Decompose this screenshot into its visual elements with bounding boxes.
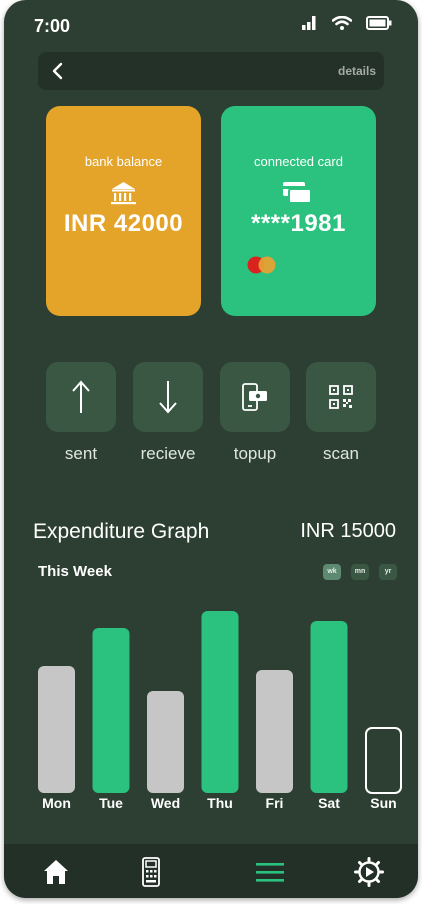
sent-label: sent xyxy=(64,444,98,463)
expenditure-title: Expenditure Graph xyxy=(33,520,210,543)
connected-card[interactable]: connected card ****1981 xyxy=(221,106,376,316)
bar-mon[interactable] xyxy=(38,666,75,793)
wifi-icon xyxy=(332,16,352,30)
menu-icon[interactable] xyxy=(254,856,286,888)
expenditure-total: INR 15000 xyxy=(300,520,396,542)
topup-icon xyxy=(242,383,267,411)
bar-fri[interactable] xyxy=(256,670,293,793)
bank-balance-label: bank balance xyxy=(84,154,163,169)
recieve-button[interactable] xyxy=(133,362,203,432)
back-chevron-icon[interactable] xyxy=(48,60,68,82)
bar-thu[interactable] xyxy=(201,611,239,793)
day-label-sun: Sun xyxy=(370,795,396,811)
bar-sat[interactable] xyxy=(310,621,348,793)
settings-icon[interactable] xyxy=(353,856,385,888)
bar-wed[interactable] xyxy=(147,691,184,793)
topup-label: topup xyxy=(233,444,277,463)
bar-sun[interactable] xyxy=(365,727,402,794)
phone-screen: 7:00 details bank balance INR 42000 conn… xyxy=(4,0,418,898)
scan-action[interactable]: scan xyxy=(306,362,376,464)
topup-button[interactable] xyxy=(220,362,290,432)
bank-icon xyxy=(111,182,136,205)
mastercard-logo-icon xyxy=(247,256,276,274)
scan-button[interactable] xyxy=(306,362,376,432)
expenditure-chart: Mon Tue Wed Thu Fri Sat Sun xyxy=(38,611,402,811)
toggle-week[interactable]: wk xyxy=(323,564,341,580)
status-time: 7:00 xyxy=(34,16,71,36)
recieve-action[interactable]: recieve xyxy=(133,362,203,464)
battery-icon xyxy=(366,16,392,30)
bank-balance-card[interactable]: bank balance INR 42000 xyxy=(46,106,201,316)
signal-icon xyxy=(302,16,316,30)
cards-icon xyxy=(283,182,312,204)
connected-card-label: connected card xyxy=(254,154,343,169)
home-icon[interactable] xyxy=(40,856,72,888)
arrow-up-icon xyxy=(72,380,90,413)
bank-balance-amount: INR 42000 xyxy=(63,210,184,237)
toggle-year[interactable]: yr xyxy=(379,564,397,580)
card-number: ****1981 xyxy=(251,210,346,237)
status-icons xyxy=(302,16,392,30)
toggle-month[interactable]: mn xyxy=(351,564,369,580)
day-label-wed: Wed xyxy=(151,795,180,811)
bottom-nav xyxy=(4,844,418,898)
sent-action[interactable]: sent xyxy=(46,362,116,464)
day-label-fri: Fri xyxy=(266,795,284,811)
status-bar: 7:00 xyxy=(4,0,418,50)
top-bar: details xyxy=(38,52,384,90)
bar-tue[interactable] xyxy=(92,628,130,793)
details-link[interactable]: details xyxy=(338,64,376,78)
day-label-tue: Tue xyxy=(99,795,123,811)
sent-button[interactable] xyxy=(46,362,116,432)
day-label-sat: Sat xyxy=(318,795,340,811)
period-label: This Week xyxy=(38,563,112,580)
day-label-mon: Mon xyxy=(42,795,71,811)
day-label-thu: Thu xyxy=(207,795,233,811)
recieve-label: recieve xyxy=(140,444,196,463)
arrow-down-icon xyxy=(159,381,177,414)
qr-scan-icon xyxy=(329,385,353,409)
pos-terminal-icon[interactable] xyxy=(135,856,167,888)
scan-label: scan xyxy=(323,444,359,463)
topup-action[interactable]: topup xyxy=(220,362,290,464)
